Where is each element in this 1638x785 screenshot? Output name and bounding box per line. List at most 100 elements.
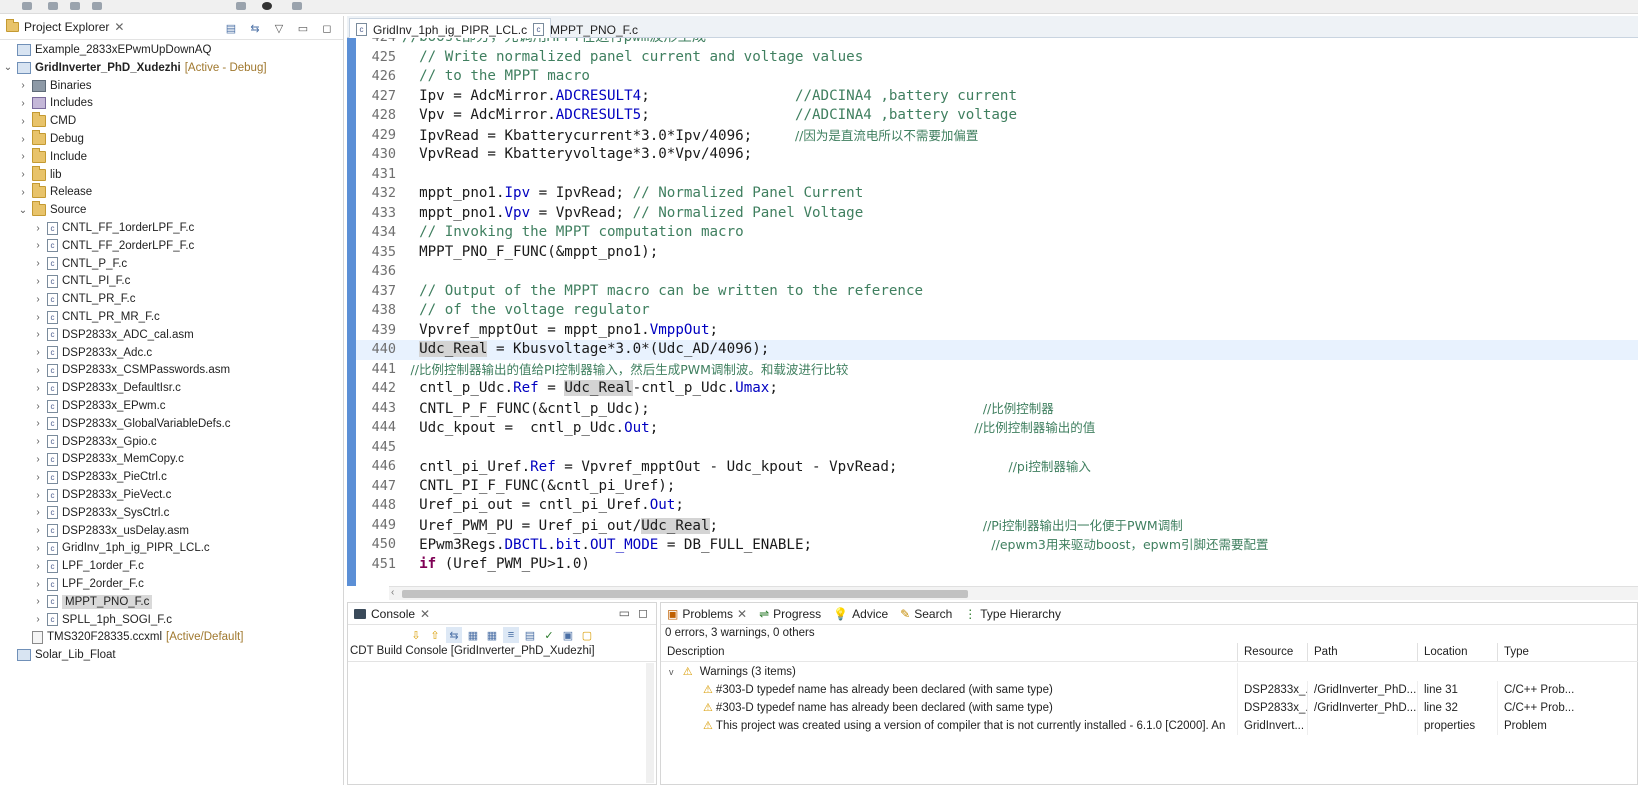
maximize-icon[interactable]: ◻ xyxy=(319,20,335,36)
code-line[interactable]: 449 Uref_PWM_PU = Uref_pi_out/Udc_Real; … xyxy=(356,516,1638,536)
tree-item[interactable]: › c CNTL_PR_MR_F.c xyxy=(0,308,342,326)
tree-item[interactable]: › c MPPT_PNO_F.c xyxy=(0,593,342,611)
tree-item[interactable]: › c LPF_1order_F.c xyxy=(0,557,342,575)
copy-build-icon[interactable]: ▦ xyxy=(484,627,500,643)
code-line[interactable]: 444 Udc_kpout = cntl_p_Udc.Out; //比例控制器输… xyxy=(356,418,1638,438)
tree-item[interactable]: › Include xyxy=(0,147,342,166)
copy-icon[interactable]: ▦ xyxy=(465,627,481,643)
close-icon[interactable]: ✕ xyxy=(114,20,124,34)
chevron-right-icon[interactable]: › xyxy=(32,258,44,269)
tab-advice[interactable]: 💡 Advice xyxy=(833,607,888,621)
close-icon[interactable]: ✕ xyxy=(737,607,747,621)
code-editor[interactable]: 424 //boost部分，先调用MPPT在进行pwm波形生成 425 // Wri… xyxy=(356,38,1638,586)
chevron-right-icon[interactable]: › xyxy=(32,454,44,465)
chevron-right-icon[interactable]: › xyxy=(32,614,44,625)
horizontal-scrollbar[interactable]: ‹ xyxy=(389,586,1638,600)
code-line[interactable]: 445 xyxy=(356,438,1638,458)
code-line[interactable]: 447 CNTL_PI_F_FUNC(&cntl_pi_Uref); xyxy=(356,477,1638,497)
code-line[interactable]: 428 Vpv = AdcMirror.ADCRESULT5; //ADCINA… xyxy=(356,106,1638,126)
tree-item[interactable]: Solar_Lib_Float xyxy=(0,646,342,664)
display-console-icon[interactable]: ▣ xyxy=(560,627,576,643)
tree-item[interactable]: › Includes xyxy=(0,94,342,112)
chevron-right-icon[interactable]: › xyxy=(32,525,44,536)
chevron-right-icon[interactable]: › xyxy=(17,98,29,109)
tree-item[interactable]: › c LPF_2order_F.c xyxy=(0,575,342,593)
chevron-right-icon[interactable]: › xyxy=(32,240,44,251)
chevron-right-icon[interactable]: › xyxy=(17,134,29,145)
tree-item[interactable]: › c CNTL_FF_1orderLPF_F.c xyxy=(0,219,342,237)
maximize-icon[interactable]: ◻ xyxy=(638,606,648,620)
tree-item[interactable]: › c DSP2833x_DefaultIsr.c xyxy=(0,379,342,397)
column-header-description[interactable]: Description xyxy=(661,643,1238,661)
scrollbar-thumb[interactable] xyxy=(402,590,968,598)
minimize-icon[interactable]: ▭ xyxy=(295,20,311,36)
tree-item[interactable]: › c CNTL_FF_2orderLPF_F.c xyxy=(0,237,342,255)
chevron-right-icon[interactable]: › xyxy=(32,436,44,447)
chevron-down-icon[interactable]: v xyxy=(669,667,674,677)
minimize-icon[interactable]: ▭ xyxy=(619,606,630,620)
tree-item[interactable]: › Release xyxy=(0,183,342,201)
table-row[interactable]: ⚠ This project was created using a versi… xyxy=(661,717,1638,735)
code-line[interactable]: 433 mppt_pno1.Vpv = VpvRead; // Normaliz… xyxy=(356,204,1638,224)
toolbar-icon[interactable] xyxy=(236,2,246,10)
code-line[interactable]: 441 //比例控制器输出的值给PI控制器输入，然后生成PWM调制波。和载波进行… xyxy=(356,360,1638,380)
word-wrap-icon[interactable]: ≡ xyxy=(503,627,519,643)
chevron-right-icon[interactable]: › xyxy=(32,347,44,358)
code-line[interactable]: 446 cntl_pi_Uref.Ref = Vpvref_mpptOut - … xyxy=(356,457,1638,477)
toolbar-icon[interactable] xyxy=(70,2,80,10)
tab-progress[interactable]: ⇌ Progress xyxy=(759,607,821,621)
chevron-right-icon[interactable]: › xyxy=(17,116,29,127)
chevron-right-icon[interactable]: › xyxy=(32,383,44,394)
code-line[interactable]: 429 IpvRead = Kbatterycurrent*3.0*Ipv/40… xyxy=(356,126,1638,146)
chevron-right-icon[interactable]: › xyxy=(17,169,29,180)
code-line[interactable]: 437 // Output of the MPPT macro can be w… xyxy=(356,282,1638,302)
tree-item[interactable]: › Binaries xyxy=(0,77,342,95)
view-menu-icon[interactable]: ▽ xyxy=(271,20,287,36)
open-console-icon[interactable]: ▢ xyxy=(579,627,595,643)
chevron-right-icon[interactable]: › xyxy=(32,294,44,305)
link-with-editor-icon[interactable]: ⇆ xyxy=(247,20,263,36)
tree-item[interactable]: TMS320F28335.ccxml [Active/Default] xyxy=(0,628,342,646)
code-line[interactable]: 440 Udc_Real = Kbusvoltage*3.0*(Udc_AD/4… xyxy=(356,340,1638,360)
chevron-down-icon[interactable]: ⌄ xyxy=(17,205,29,216)
tree-item[interactable]: › c DSP2833x_GlobalVariableDefs.c xyxy=(0,415,342,433)
tree-item[interactable]: ⌄ GridInverter_PhD_Xudezhi [Active - Debug… xyxy=(0,59,342,77)
link-icon[interactable]: ⇆ xyxy=(446,627,462,643)
column-header-location[interactable]: Location xyxy=(1418,643,1498,661)
toolbar-icon[interactable] xyxy=(48,2,58,10)
toolbar-icon[interactable] xyxy=(262,2,272,10)
code-line[interactable]: 434 // Invoking the MPPT computation mac… xyxy=(356,223,1638,243)
tab-project-explorer[interactable]: Project Explorer ✕ xyxy=(6,19,124,34)
tree-item[interactable]: › c SPLL_1ph_SOGI_F.c xyxy=(0,611,342,629)
chevron-right-icon[interactable]: › xyxy=(32,507,44,518)
code-line[interactable]: 450 EPwm3Regs.DBCTL.bit.OUT_MODE = DB_FU… xyxy=(356,535,1638,555)
code-line[interactable]: 443 CNTL_P_F_FUNC(&cntl_p_Udc); //比例控制器 xyxy=(356,399,1638,419)
tab-type-hierarchy[interactable]: ⋮ Type Hierarchy xyxy=(964,607,1061,621)
table-row[interactable]: ⚠ #303-D typedef name has already been d… xyxy=(661,699,1638,717)
collapse-all-icon[interactable]: ▤ xyxy=(223,20,239,36)
tree-item[interactable]: › c DSP2833x_MemCopy.c xyxy=(0,450,342,468)
chevron-right-icon[interactable]: › xyxy=(32,276,44,287)
chevron-right-icon[interactable]: › xyxy=(17,187,29,198)
chevron-right-icon[interactable]: › xyxy=(32,365,44,376)
tree-item[interactable]: Example_2833xEPwmUpDownAQ xyxy=(0,41,342,59)
code-line[interactable]: 432 mppt_pno1.Ipv = IpvRead; // Normaliz… xyxy=(356,184,1638,204)
chevron-right-icon[interactable]: › xyxy=(32,472,44,483)
chevron-right-icon[interactable]: › xyxy=(32,596,44,607)
pin-icon[interactable]: ✓ xyxy=(541,627,557,643)
close-icon[interactable]: ✕ xyxy=(420,607,430,621)
code-line[interactable]: 448 Uref_pi_out = cntl_pi_Uref.Out; xyxy=(356,496,1638,516)
toolbar-icon[interactable] xyxy=(92,2,102,10)
chevron-right-icon[interactable]: › xyxy=(32,401,44,412)
arrow-up-icon[interactable]: ⇧ xyxy=(427,627,443,643)
tree-item[interactable]: › c DSP2833x_Gpio.c xyxy=(0,433,342,451)
tree-item[interactable]: › c DSP2833x_ADC_cal.asm xyxy=(0,326,342,344)
code-line[interactable]: 442 cntl_p_Udc.Ref = Udc_Real-cntl_p_Udc… xyxy=(356,379,1638,399)
code-line[interactable]: 427 Ipv = AdcMirror.ADCRESULT4; //ADCINA… xyxy=(356,87,1638,107)
tree-item[interactable]: › c DSP2833x_usDelay.asm xyxy=(0,522,342,540)
tree-item[interactable]: ⌄ Source xyxy=(0,201,342,219)
vertical-scrollbar[interactable] xyxy=(646,663,654,783)
chevron-right-icon[interactable]: › xyxy=(32,418,44,429)
scroll-left-icon[interactable]: ‹ xyxy=(391,587,394,598)
column-header-type[interactable]: Type xyxy=(1498,643,1638,661)
